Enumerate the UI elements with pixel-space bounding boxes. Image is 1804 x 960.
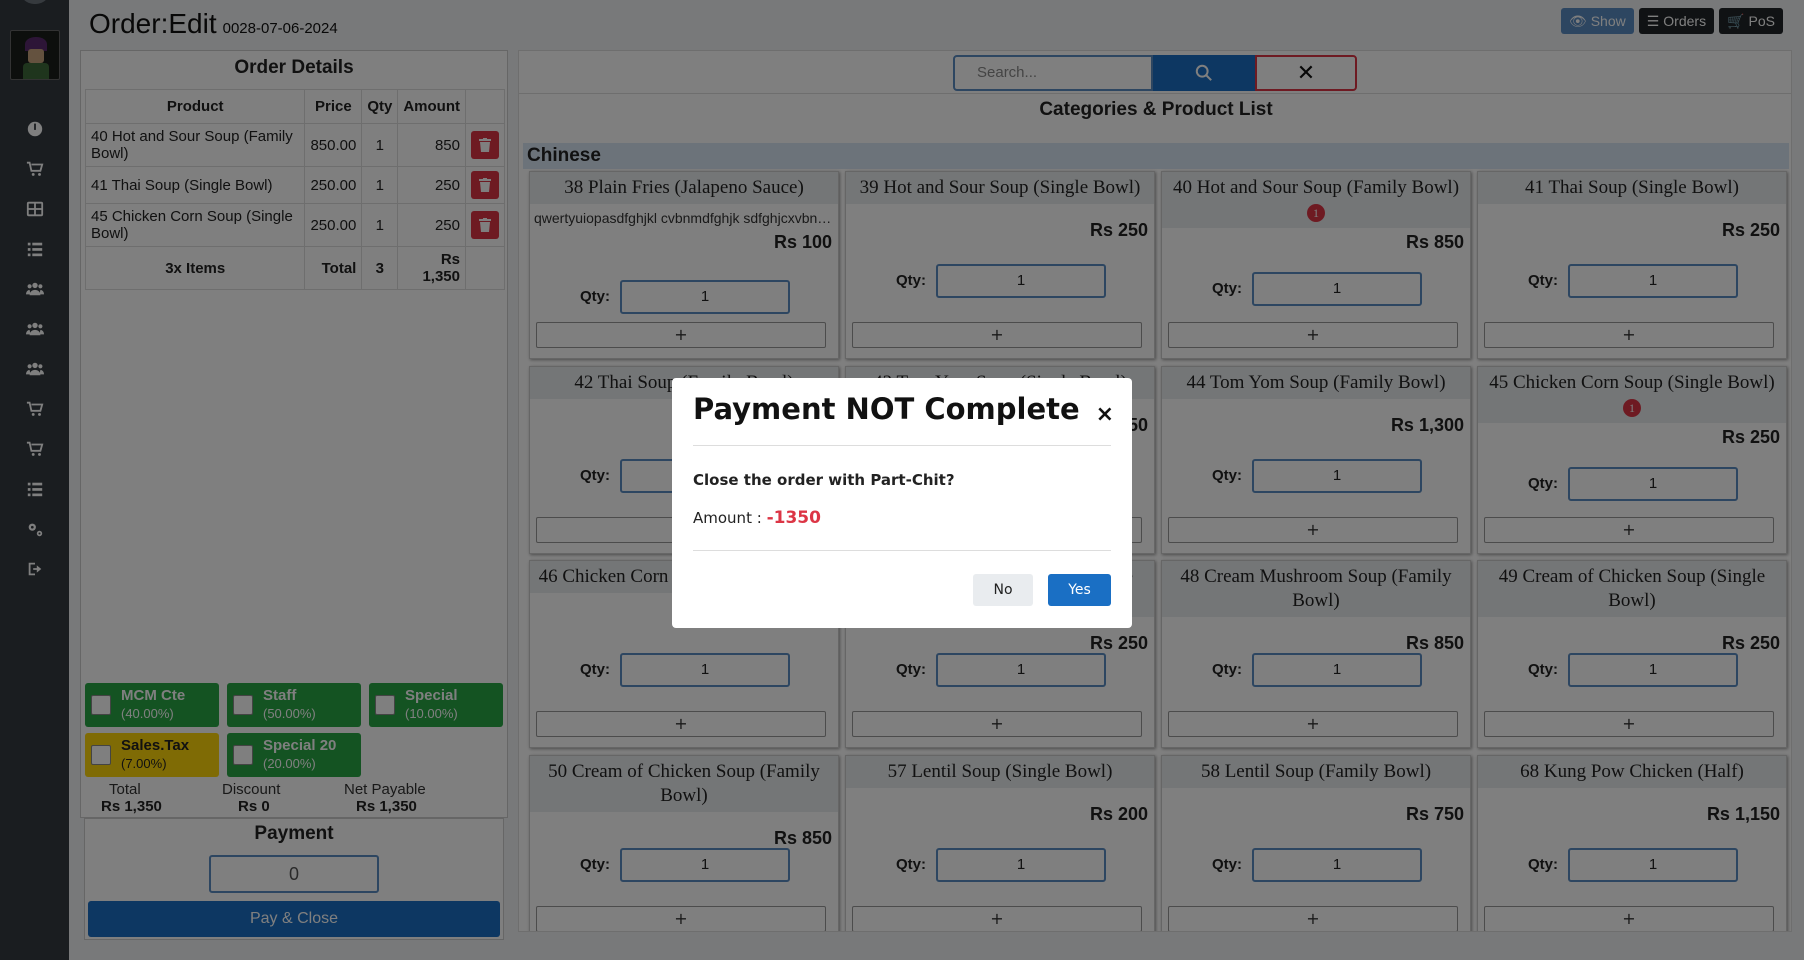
dialog-title: Payment NOT Complete — [693, 392, 1080, 426]
dialog-amount: Amount : -1350 — [693, 508, 821, 528]
dialog-divider — [693, 445, 1111, 446]
yes-button[interactable]: Yes — [1048, 574, 1111, 606]
dialog-amount-label: Amount : — [693, 509, 762, 527]
dialog-amount-value: -1350 — [766, 508, 821, 528]
dialog-footer-divider — [693, 550, 1111, 551]
dialog-question: Close the order with Part-Chit? — [693, 471, 955, 489]
no-button[interactable]: No — [973, 574, 1033, 606]
close-icon[interactable]: × — [1096, 402, 1114, 427]
payment-not-complete-dialog: Payment NOT Complete × Close the order w… — [672, 378, 1132, 628]
